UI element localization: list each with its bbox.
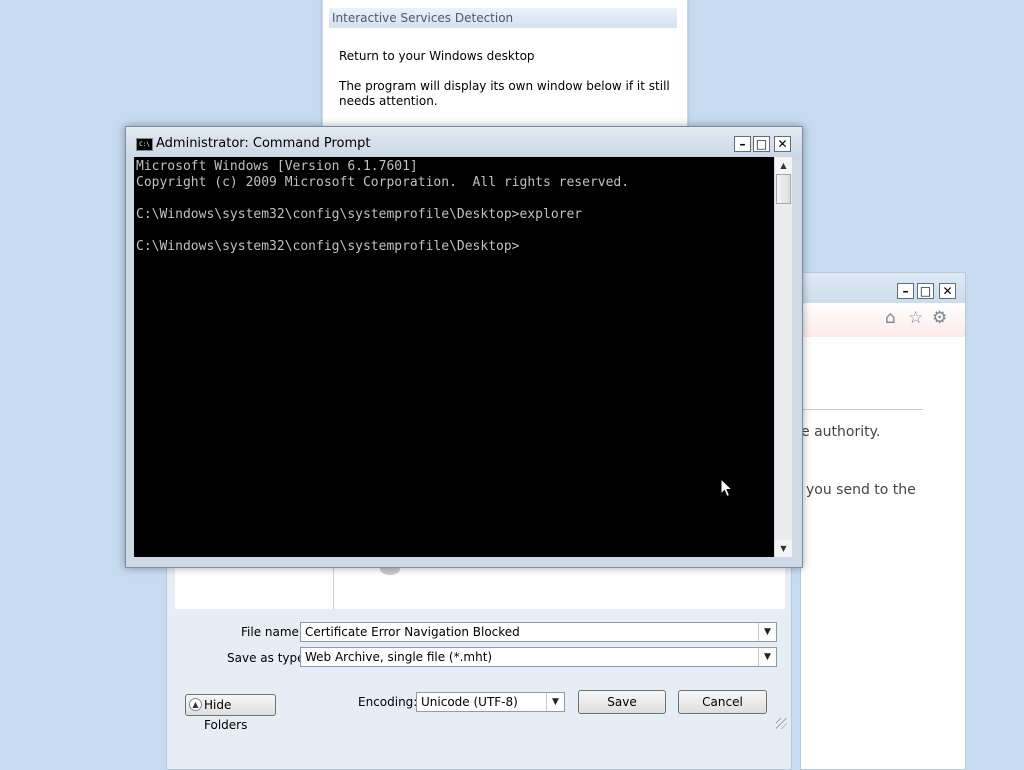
save-as-type-label: Save as type:: [227, 651, 309, 665]
save-as-type-value: Web Archive, single file (*.mht): [305, 650, 493, 664]
save-as-dialog: File name: Certificate Error Navigation …: [166, 540, 792, 770]
browser-minimize-button[interactable]: –: [897, 283, 914, 299]
save-button[interactable]: Save: [578, 690, 666, 714]
cmd-title: Administrator: Command Prompt: [156, 136, 371, 151]
scroll-down-icon[interactable]: ▼: [775, 540, 792, 557]
isd-title: Interactive Services Detection: [329, 8, 677, 28]
save-as-type-select[interactable]: Web Archive, single file (*.mht) ▼: [300, 647, 777, 667]
cmd-app-icon[interactable]: C:\: [136, 138, 153, 151]
gear-icon[interactable]: ⚙: [932, 309, 947, 327]
resize-grip[interactable]: [776, 718, 787, 729]
encoding-value: Unicode (UTF-8): [421, 695, 518, 709]
file-name-input[interactable]: Certificate Error Navigation Blocked ▼: [300, 622, 777, 642]
cmd-maximize-button[interactable]: □: [753, 136, 770, 152]
encoding-label: Encoding:: [358, 695, 418, 709]
browser-close-button[interactable]: ✕: [939, 283, 956, 299]
chevron-down-icon[interactable]: ▼: [758, 623, 776, 641]
chevron-down-icon[interactable]: ▼: [546, 693, 564, 711]
command-prompt-window: C:\ Administrator: Command Prompt – □ ✕ …: [125, 126, 803, 568]
file-name-value: Certificate Error Navigation Blocked: [305, 625, 520, 639]
hide-folders-button[interactable]: ▲ Hide Folders: [185, 694, 276, 732]
vertical-scrollbar[interactable]: ▲ ▼: [775, 157, 792, 557]
scrollbar-thumb[interactable]: [776, 174, 791, 204]
chevron-down-icon[interactable]: ▼: [758, 648, 776, 666]
cmd-close-button[interactable]: ✕: [774, 136, 791, 152]
console-output: Microsoft Windows [Version 6.1.7601] Cop…: [136, 159, 630, 254]
cancel-button[interactable]: Cancel: [678, 690, 767, 714]
cmd-minimize-button[interactable]: –: [734, 136, 751, 152]
browser-window: – □ ✕ ⌂ ☆ ⚙ e authority. you send to the: [800, 272, 966, 770]
browser-maximize-button[interactable]: □: [917, 283, 934, 299]
console-area[interactable]: Microsoft Windows [Version 6.1.7601] Cop…: [134, 157, 774, 557]
star-icon[interactable]: ☆: [908, 309, 923, 327]
hide-folders-label: Hide Folders: [204, 698, 248, 732]
browser-text-line-1: e authority.: [801, 424, 881, 440]
file-name-label: File name:: [241, 625, 303, 639]
browser-text-line-2: you send to the: [806, 482, 916, 498]
encoding-select[interactable]: Unicode (UTF-8) ▼: [416, 692, 565, 712]
home-icon[interactable]: ⌂: [885, 309, 896, 327]
interactive-services-detection-window: Interactive Services Detection Return to…: [322, 0, 688, 133]
mouse-cursor-icon: [720, 478, 734, 498]
chevron-up-icon: ▲: [189, 698, 202, 711]
content-divider: [801, 409, 923, 410]
isd-description: The program will display its own window …: [339, 79, 670, 108]
scroll-up-icon[interactable]: ▲: [775, 157, 792, 174]
return-to-desktop-text[interactable]: Return to your Windows desktop: [339, 49, 535, 63]
